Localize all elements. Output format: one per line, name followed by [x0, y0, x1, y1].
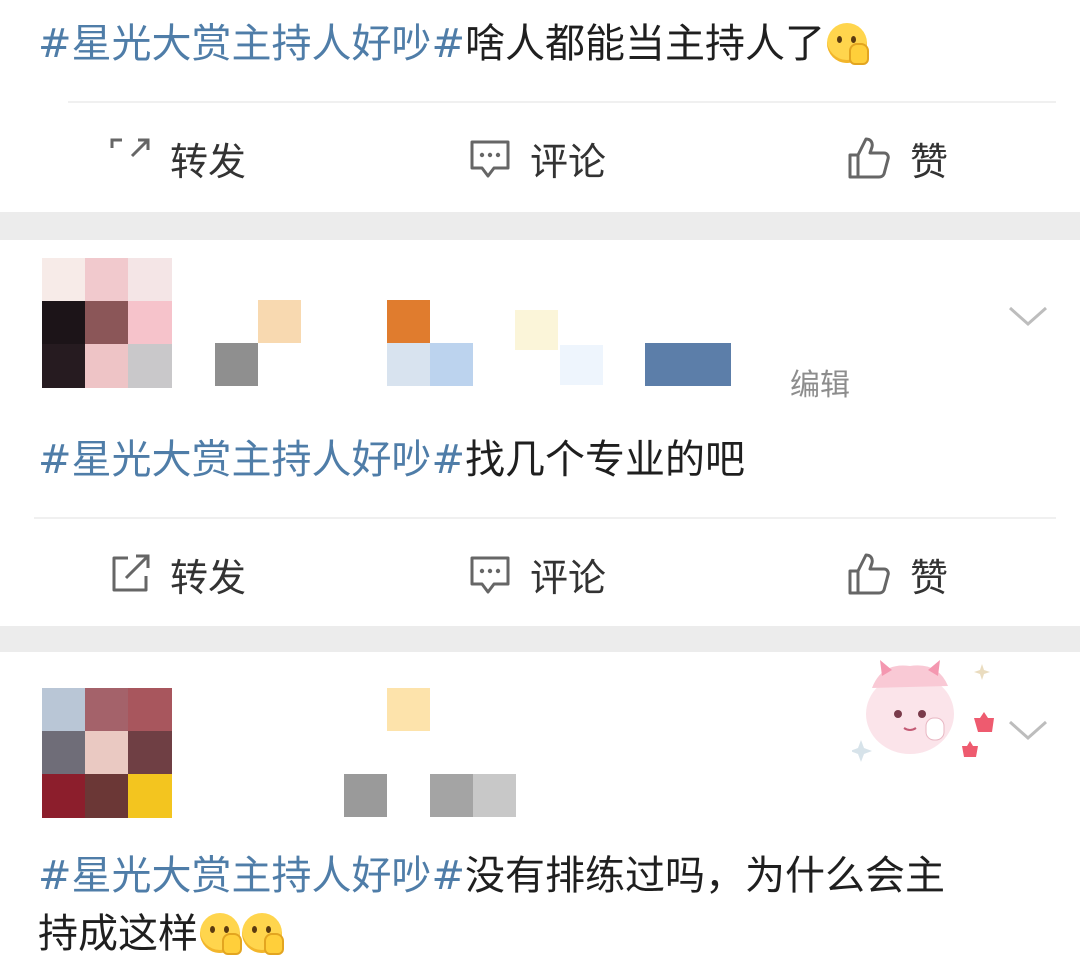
comment-label: 评论 [530, 139, 607, 184]
divider [68, 101, 1056, 103]
meta-blurred [645, 343, 731, 386]
edited-label: 编辑 [790, 368, 850, 403]
meta-blurred [560, 345, 603, 385]
like-button[interactable]: 赞 [846, 524, 948, 624]
post-3-text-line-1: #星光大赏主持人好吵#没有排练过吗，为什么会主 [38, 850, 945, 902]
chevron-down-icon[interactable] [1006, 300, 1050, 330]
badge-blurred [215, 343, 258, 386]
meta-blurred [473, 774, 516, 817]
chevron-down-icon[interactable] [1006, 714, 1050, 744]
hashtag-link[interactable]: #星光大赏主持人好吵# [38, 21, 465, 67]
badge-blurred [430, 343, 473, 386]
thinking-face-emoji [827, 23, 870, 65]
post-separator [0, 626, 1080, 652]
repost-icon [112, 554, 150, 592]
repost-label: 转发 [170, 555, 247, 600]
comment-button[interactable]: 评论 [468, 524, 606, 624]
like-label: 赞 [910, 139, 949, 184]
hashtag-link[interactable]: #星光大赏主持人好吵# [38, 853, 465, 899]
comment-button[interactable]: 评论 [468, 108, 606, 208]
comment-icon [470, 140, 510, 178]
post-text-body: 持成这样 [38, 911, 198, 957]
meta-blurred [344, 774, 387, 817]
badge-blurred [515, 310, 558, 350]
badge-blurred [387, 343, 430, 386]
post-3-header [0, 652, 1080, 832]
repost-button[interactable]: 转发 [108, 524, 246, 624]
thinking-face-emoji [200, 913, 242, 955]
comment-label: 评论 [530, 555, 607, 600]
post-text-body: 啥人都能当主持人了 [465, 21, 826, 67]
post-3-text-line-2: 持成这样 [38, 908, 284, 960]
avatar[interactable] [42, 258, 172, 388]
post-2-header: 编辑 [0, 240, 1080, 420]
like-label: 赞 [910, 555, 949, 600]
meta-blurred [430, 774, 473, 817]
post-2-action-bar: 转发 评论 赞 [0, 524, 1080, 624]
hashtag-link[interactable]: #星光大赏主持人好吵# [38, 437, 465, 483]
username-blurred[interactable] [258, 300, 301, 343]
divider [34, 517, 1056, 519]
post-separator [0, 212, 1080, 240]
like-button[interactable]: 赞 [846, 108, 948, 208]
username-blurred[interactable] [387, 688, 430, 731]
post-text-body: 找几个专业的吧 [465, 437, 746, 483]
repost-icon [110, 138, 150, 158]
post-2-text: #星光大赏主持人好吵#找几个专业的吧 [38, 434, 745, 486]
comment-icon [470, 556, 510, 594]
thumbs-up-icon [848, 553, 890, 595]
decorative-sticker-icon [852, 660, 994, 762]
repost-button[interactable]: 转发 [108, 108, 246, 208]
thumbs-up-icon [848, 137, 890, 179]
repost-label: 转发 [170, 139, 247, 184]
thinking-face-emoji [242, 913, 284, 955]
avatar[interactable] [42, 688, 172, 818]
post-1-text: #星光大赏主持人好吵#啥人都能当主持人了 [38, 18, 870, 70]
badge-blurred [387, 300, 430, 343]
post-1-action-bar: 转发 评论 赞 [0, 108, 1080, 208]
post-text-body: 没有排练过吗，为什么会主 [465, 853, 946, 899]
